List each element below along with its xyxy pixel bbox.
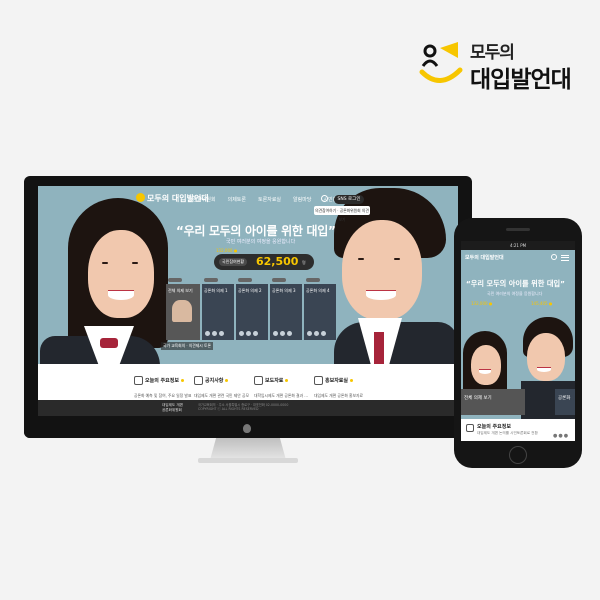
search-icon[interactable]: [321, 195, 328, 202]
monitor-stand: [210, 438, 286, 460]
desktop-nav: 모두의 대입발언대 공론화위원회 의제토론 토론자료실 알림마당 시민참여단 S…: [38, 186, 458, 214]
hero-title: “우리 모두의 아이를 위한 대입”: [176, 224, 336, 238]
participation-label: 국민참여현황: [219, 258, 248, 266]
avatar: [219, 331, 224, 336]
calendar-icon: [466, 424, 474, 432]
new-dot: [180, 379, 184, 382]
phone-card[interactable]: 공론화: [555, 389, 575, 415]
info-strip: 오늘의 주요정보 공론화 예측 및 참여, 주요 일정 발표 2018.05.1…: [38, 364, 458, 405]
avatar: [273, 331, 278, 336]
avatar: [314, 331, 319, 336]
hero-subtitle: 국민 여러분의 여정을 응원합니다: [226, 239, 296, 245]
desktop-screen: 모두의 대입발언대 공론화위원회 의제토론 토론자료실 알림마당 시민참여단 S…: [38, 186, 458, 416]
agenda-card-all[interactable]: 전체 의제 보기: [166, 278, 200, 340]
site-logo-icon: [136, 193, 145, 202]
agenda-card[interactable]: 공론화 의제 4: [304, 278, 336, 340]
card-tag: [238, 278, 252, 282]
brand-logo: 모두의 대입발언대: [418, 36, 578, 93]
card-tag: [168, 278, 182, 282]
nav-item[interactable]: 토론자료실: [258, 196, 281, 203]
pagination-dots[interactable]: ●●●: [553, 433, 569, 439]
phone-hero-title: “우리 모두의 아이를 위한 대입”: [466, 279, 565, 288]
agenda-card[interactable]: 공론화 의제 3: [270, 278, 302, 340]
sns-login-button[interactable]: SNS 로그인: [334, 195, 364, 204]
phone-info[interactable]: 오늘의 주요정보 대입제도 개편 논의를 시민토론회로 전환 ●●●: [461, 419, 575, 441]
brand-line-2: 대입발언대: [470, 67, 572, 93]
participation-counter: 국민참여현황 62,500 명: [214, 254, 314, 270]
new-dot: [225, 379, 229, 382]
phone-status-bar: 4:21 PM: [461, 241, 575, 250]
agenda-card[interactable]: 공론화 의제 2: [236, 278, 268, 340]
phone-card-all[interactable]: 전체 의제 보기: [461, 389, 525, 415]
avatar: [287, 331, 292, 336]
calendar-icon: [134, 376, 143, 385]
new-dot: [285, 379, 289, 382]
avatar: [212, 331, 217, 336]
avatar: [246, 331, 251, 336]
brand-mark-icon: [419, 42, 463, 83]
phone-speaker: [506, 228, 530, 231]
participation-unit: 명: [302, 260, 306, 265]
phone-hero-subtitle: 국민 여러분의 여정을 응원합니다: [487, 291, 543, 296]
card-tag: [306, 278, 320, 282]
home-button[interactable]: [509, 446, 527, 464]
site-footer: 대입제도 개편 공론화위원회 국가교육회의 · 주소 서울특별시 종로구 · 대…: [38, 400, 458, 416]
search-tooltip: 의견참여하기 · 공론화위원회 의견보기: [314, 206, 370, 222]
footer-text: 국가교육회의 · 주소 서울특별시 종로구 · 대표전화 02-0000-000…: [198, 403, 289, 411]
card-tag: [204, 278, 218, 282]
search-icon[interactable]: [551, 254, 557, 260]
avatar: [253, 331, 258, 336]
card-tag: [272, 278, 286, 282]
agenda-cards: 전체 의제 보기 공론화 의제 1 공론화 의제 2 공론화 의제 3 공론화 …: [166, 278, 336, 340]
media-icon: [314, 376, 323, 385]
avatar: [239, 331, 244, 336]
avatar: [307, 331, 312, 336]
phone-logo[interactable]: 모두의 대입발언대: [465, 254, 504, 261]
footer-title: 대입제도 개편 공론화위원회: [162, 403, 183, 412]
phone-screen: 4:21 PM 모두의 대입발언대 “우리 모두의 아이를 위한 대입” 국민 …: [461, 241, 575, 441]
card-caption: 국가 교육회의 · 의견제시 토론: [161, 342, 213, 350]
nav-item[interactable]: 공론화위원회: [188, 196, 216, 203]
apple-logo-icon: [243, 424, 251, 433]
avatar: [321, 331, 326, 336]
nav-item[interactable]: 의제토론: [228, 196, 246, 203]
card-photo: [172, 300, 192, 322]
phone-participation: 132,000 ● 145,405 ●: [471, 301, 553, 306]
document-icon: [254, 376, 263, 385]
agenda-card[interactable]: 공론화 의제 1: [202, 278, 234, 340]
avatar: [205, 331, 210, 336]
nav-item[interactable]: 알림마당: [293, 196, 311, 203]
notice-icon: [194, 376, 203, 385]
avatar: [280, 331, 285, 336]
participation-value: 62,500: [256, 255, 299, 268]
new-dot: [350, 379, 354, 382]
hamburger-menu-icon[interactable]: [561, 255, 569, 261]
participation-small-count: 132,000 ●: [216, 248, 238, 253]
monitor-stand-base: [198, 458, 298, 463]
